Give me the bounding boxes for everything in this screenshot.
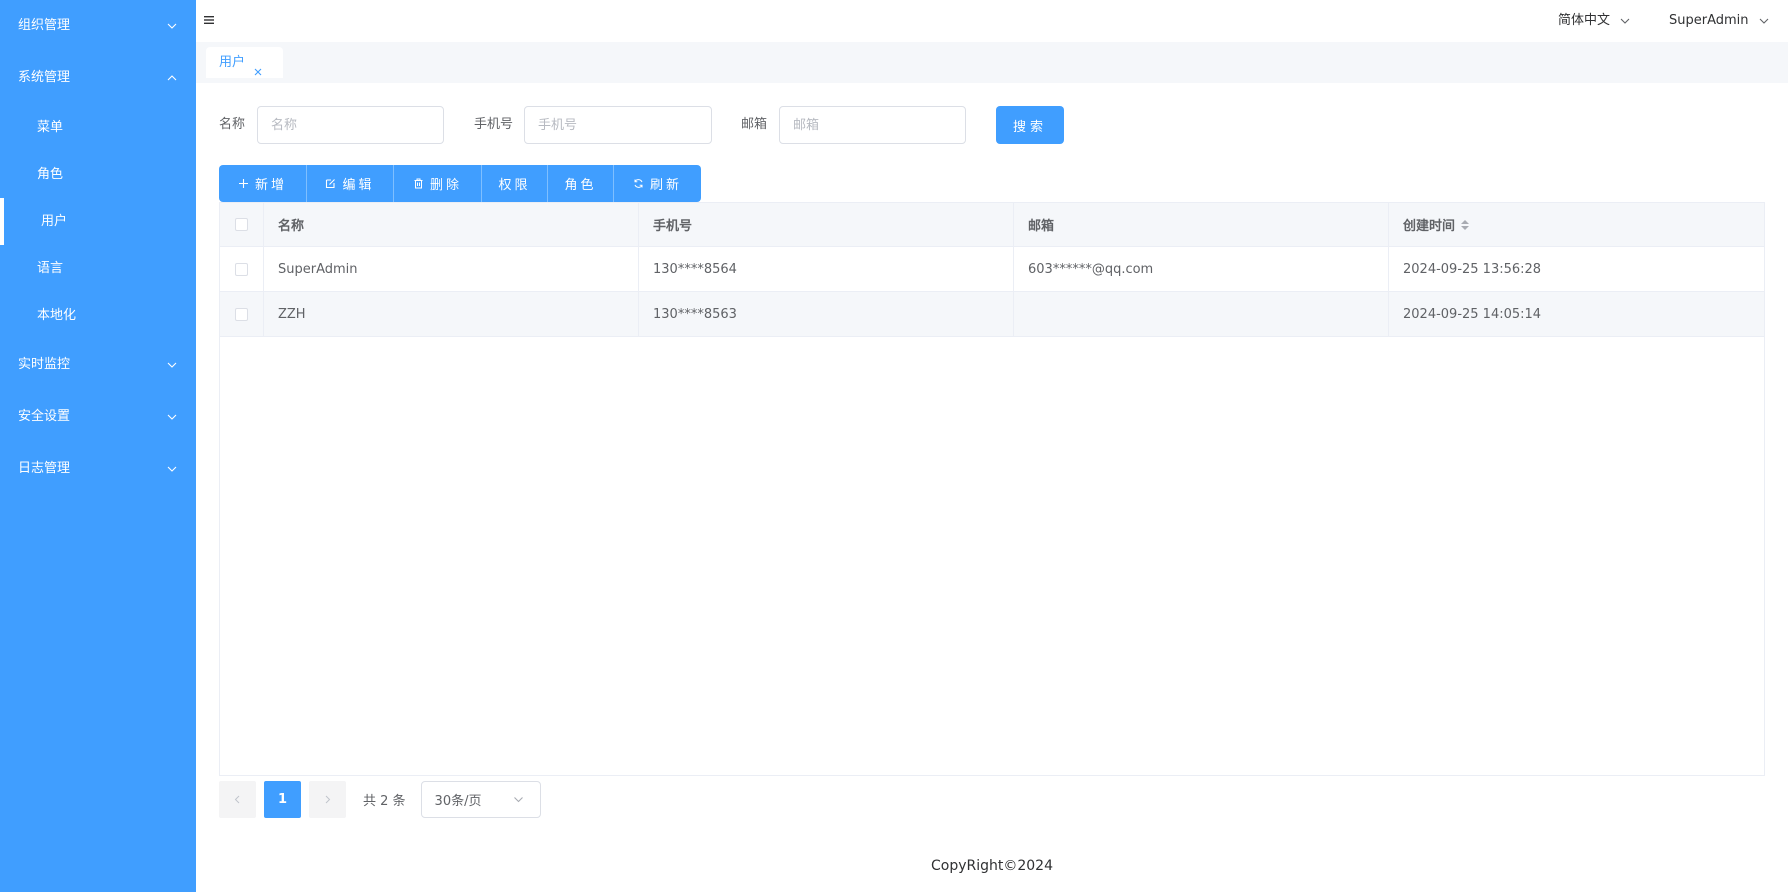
role-label: 角色	[564, 178, 597, 193]
cell-email	[1014, 292, 1389, 336]
plus-icon	[238, 179, 248, 188]
sidebar-item-label: 本地化	[37, 308, 77, 323]
sort-icon[interactable]	[1461, 219, 1470, 230]
users-table: 名称 手机号 邮箱 创建时间 SuperAdmin 130****8564 60…	[219, 202, 1765, 776]
row-checkbox[interactable]	[235, 307, 248, 321]
cell-email: 603******@qq.com	[1014, 247, 1389, 291]
page-number-button[interactable]: 1	[264, 781, 301, 818]
chevron-down-icon	[1620, 16, 1630, 26]
permission-button[interactable]: 权限	[482, 165, 548, 202]
column-header-name: 名称	[264, 203, 639, 246]
sidebar-item-user[interactable]: 用户	[0, 198, 196, 245]
cell-name: ZZH	[264, 292, 639, 336]
refresh-button[interactable]: 刷新	[614, 165, 701, 202]
edit-icon	[326, 179, 336, 189]
prev-page-button[interactable]	[219, 781, 256, 818]
permission-label: 权限	[498, 178, 531, 193]
hamburger-icon[interactable]	[203, 14, 215, 26]
tab-user[interactable]: 用户	[206, 47, 284, 78]
close-icon[interactable]	[253, 58, 263, 75]
chevron-right-icon	[325, 795, 331, 804]
column-header-phone: 手机号	[639, 203, 1014, 246]
chevron-left-icon	[234, 795, 240, 804]
chevron-down-icon	[166, 339, 178, 391]
name-label: 名称	[219, 117, 246, 132]
name-input[interactable]	[257, 106, 444, 144]
cell-created: 2024-09-25 13:56:28	[1403, 261, 1542, 277]
toolbar: 新增 编辑 删除 权限 角色 刷新	[219, 165, 701, 202]
chevron-up-icon	[166, 52, 178, 104]
menu-group-log[interactable]: 日志管理	[0, 443, 196, 495]
cell-created: 2024-09-25 14:05:14	[1403, 306, 1542, 322]
delete-label: 删除	[429, 178, 462, 193]
row-checkbox[interactable]	[235, 262, 248, 276]
menu-group-security[interactable]: 安全设置	[0, 391, 196, 443]
total-count: 共 2 条	[363, 794, 406, 809]
menu-group-label: 安全设置	[18, 409, 71, 424]
sidebar-item-role[interactable]: 角色	[0, 151, 196, 198]
delete-button[interactable]: 删除	[394, 165, 482, 202]
phone-input[interactable]	[524, 106, 712, 144]
refresh-icon	[634, 179, 643, 188]
sidebar-item-label: 角色	[37, 167, 64, 182]
chevron-down-icon	[513, 797, 523, 803]
table-row[interactable]: ZZH 130****8563 2024-09-25 14:05:14	[220, 292, 1764, 337]
page-size-value: 30条/页	[434, 794, 482, 809]
top-bar: 简体中文 SuperAdmin	[196, 0, 1788, 42]
user-dropdown[interactable]: SuperAdmin	[1669, 0, 1769, 42]
cell-name: SuperAdmin	[264, 247, 639, 291]
header-checkbox-cell	[220, 203, 264, 246]
language-dropdown[interactable]: 简体中文	[1558, 0, 1630, 42]
sidebar-item-label: 菜单	[37, 120, 64, 135]
next-page-button[interactable]	[309, 781, 346, 818]
pagination: 1 共 2 条 30条/页	[219, 781, 541, 818]
menu-group-label: 日志管理	[18, 461, 71, 476]
column-header-created[interactable]: 创建时间	[1389, 203, 1764, 246]
chevron-down-icon	[166, 391, 178, 443]
chevron-down-icon	[1759, 16, 1769, 26]
main-content: 简体中文 SuperAdmin 用户 名称 手机号 邮箱 搜索 新增 编辑	[196, 0, 1788, 892]
add-label: 新增	[254, 178, 287, 193]
menu-group-label: 实时监控	[18, 357, 71, 372]
footer-copyright: CopyRight©2024	[930, 858, 1053, 874]
edit-label: 编辑	[342, 178, 375, 193]
search-button[interactable]: 搜索	[996, 106, 1064, 144]
row-checkbox-cell	[220, 292, 264, 336]
sidebar-item-menu[interactable]: 菜单	[0, 104, 196, 151]
menu-group-label: 系统管理	[18, 70, 71, 85]
email-label: 邮箱	[741, 117, 768, 132]
chevron-down-icon	[166, 0, 178, 52]
tab-label: 用户	[219, 55, 246, 70]
language-label: 简体中文	[1558, 13, 1611, 28]
menu-group-label: 组织管理	[18, 18, 71, 33]
cell-phone: 130****8563	[639, 292, 1014, 336]
sidebar-item-label: 用户	[41, 214, 68, 229]
tabs-bar: 用户	[196, 42, 1788, 83]
page-size-select[interactable]: 30条/页	[420, 781, 541, 818]
column-header-email: 邮箱	[1014, 203, 1389, 246]
sidebar-item-language[interactable]: 语言	[0, 245, 196, 292]
trash-icon	[414, 178, 423, 189]
email-input[interactable]	[779, 106, 966, 144]
sidebar: 组织管理 系统管理 菜单 角色 用户 语言 本地化 实时监控 安全设置 日志管理	[0, 0, 196, 892]
edit-button[interactable]: 编辑	[307, 165, 394, 202]
menu-group-org[interactable]: 组织管理	[0, 0, 196, 52]
chevron-down-icon	[166, 443, 178, 495]
phone-label: 手机号	[474, 117, 514, 132]
menu-group-system[interactable]: 系统管理	[0, 52, 196, 104]
add-button[interactable]: 新增	[219, 165, 307, 202]
row-checkbox-cell	[220, 247, 264, 291]
select-all-checkbox[interactable]	[235, 218, 248, 231]
search-form: 名称 手机号 邮箱 搜索	[196, 106, 1788, 144]
user-name: SuperAdmin	[1669, 13, 1749, 28]
sidebar-item-localization[interactable]: 本地化	[0, 292, 196, 339]
sidebar-item-label: 语言	[37, 261, 64, 276]
table-header-row: 名称 手机号 邮箱 创建时间	[220, 203, 1764, 247]
refresh-label: 刷新	[649, 178, 682, 193]
role-button[interactable]: 角色	[548, 165, 614, 202]
menu-group-monitor[interactable]: 实时监控	[0, 339, 196, 391]
cell-phone: 130****8564	[639, 247, 1014, 291]
column-header-created-label: 创建时间	[1403, 219, 1456, 234]
table-row[interactable]: SuperAdmin 130****8564 603******@qq.com …	[220, 247, 1764, 292]
